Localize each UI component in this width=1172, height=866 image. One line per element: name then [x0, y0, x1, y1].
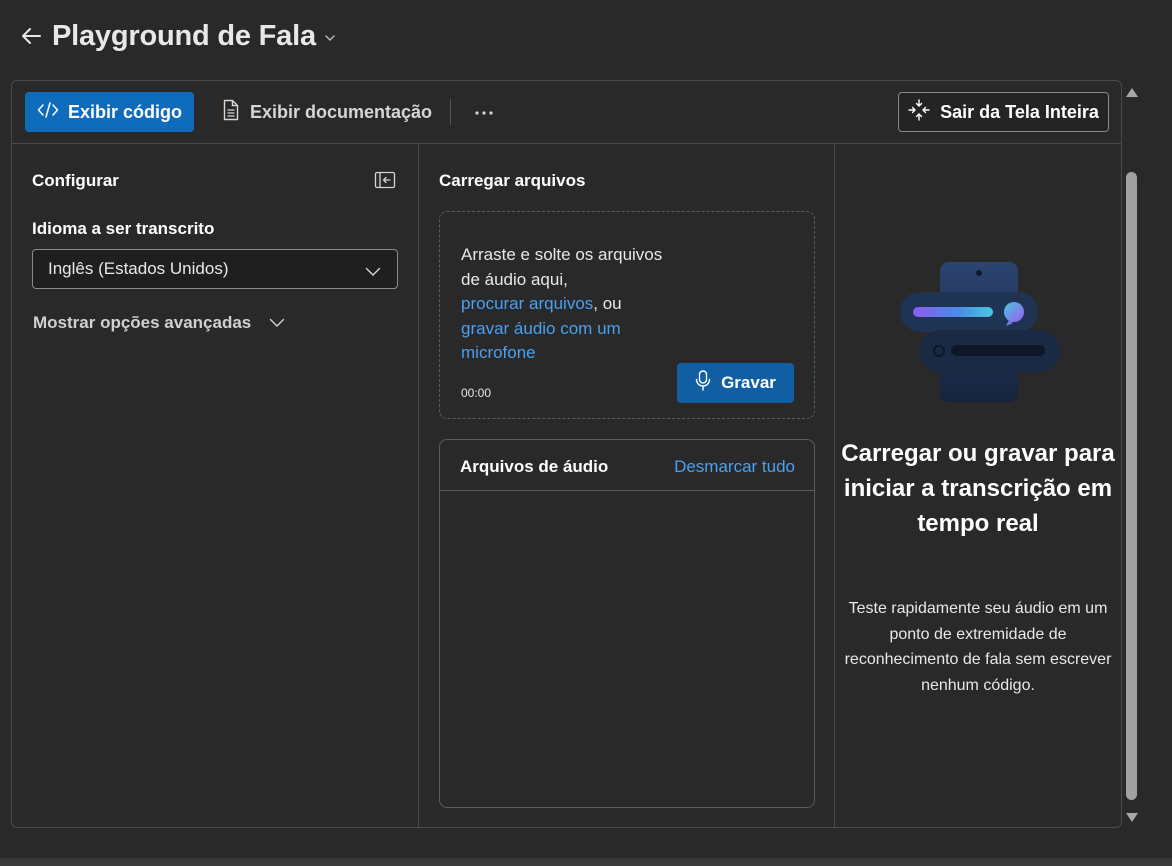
scroll-down-arrow-icon[interactable] — [1126, 813, 1138, 822]
microphone-icon — [695, 369, 711, 397]
language-label: Idioma a ser transcrito — [32, 219, 215, 238]
configure-panel: Configurar Idioma a ser transcrito Inglê… — [12, 145, 419, 828]
advanced-options-label: Mostrar opções avançadas — [33, 313, 252, 332]
empty-state-description: Teste rapidamente seu áudio em um ponto … — [844, 600, 1112, 694]
record-button[interactable]: Gravar — [677, 363, 794, 403]
chevron-down-icon — [365, 262, 381, 282]
more-options-button[interactable] — [470, 99, 498, 125]
results-panel: Carregar ou gravar para iniciar a transc… — [835, 145, 1121, 828]
bottom-strip — [0, 858, 1172, 866]
view-documentation-label: Exibir documentação — [250, 101, 433, 122]
toolbar: Exibir código Exibir documentação Sair d… — [12, 81, 1121, 144]
audio-drop-zone[interactable]: Arraste e solte os arquivos de áudio aqu… — [439, 211, 815, 419]
scroll-up-arrow-icon[interactable] — [1126, 88, 1138, 97]
back-arrow-icon[interactable] — [18, 23, 44, 49]
playground-frame: Exibir código Exibir documentação Sair d… — [11, 80, 1122, 828]
chevron-down-icon — [269, 313, 285, 333]
audio-files-list: Arquivos de áudio Desmarcar tudo — [439, 439, 815, 808]
panel-collapse-icon[interactable] — [374, 169, 396, 191]
drop-zone-instructions: Arraste e solte os arquivos de áudio aqu… — [461, 245, 663, 289]
top-bar: Playground de Fala — [0, 0, 1172, 72]
audio-files-header: Arquivos de áudio Desmarcar tudo — [440, 440, 814, 491]
title-chevron-down-icon[interactable] — [324, 34, 336, 42]
scrollbar-thumb[interactable] — [1126, 172, 1137, 800]
language-selected-value: Inglês (Estados Unidos) — [48, 259, 229, 278]
browse-files-link[interactable]: procurar arquivos — [461, 294, 593, 313]
audio-files-title: Arquivos de áudio — [460, 457, 609, 476]
code-icon — [37, 101, 59, 124]
speech-phone-illustration — [897, 257, 1061, 402]
more-horizontal-icon — [474, 103, 494, 121]
deselect-all-link[interactable]: Desmarcar tudo — [674, 457, 795, 477]
view-code-button[interactable]: Exibir código — [25, 92, 194, 132]
drop-zone-or: , ou — [593, 294, 622, 313]
vertical-scrollbar[interactable] — [1124, 84, 1140, 826]
view-code-label: Exibir código — [67, 101, 182, 122]
drop-zone-text: Arraste e solte os arquivos de áudio aqu… — [461, 243, 681, 366]
record-audio-link[interactable]: gravar áudio com um microfone — [461, 319, 621, 363]
advanced-options-toggle[interactable]: Mostrar opções avançadas — [33, 313, 285, 333]
page-title: Playground de Fala — [52, 19, 316, 52]
collapse-arrows-icon — [908, 98, 930, 126]
configure-title: Configurar — [32, 171, 119, 190]
view-documentation-button[interactable]: Exibir documentação — [222, 92, 432, 132]
language-select[interactable]: Inglês (Estados Unidos) — [32, 249, 398, 289]
exit-fullscreen-button[interactable]: Sair da Tela Inteira — [898, 92, 1109, 132]
exit-fullscreen-label: Sair da Tela Inteira — [940, 101, 1099, 122]
empty-state-title: Carregar ou gravar para iniciar a transc… — [841, 440, 1115, 537]
toolbar-divider — [450, 99, 451, 125]
document-icon — [222, 99, 240, 126]
upload-title: Carregar arquivos — [439, 171, 586, 190]
record-button-label: Gravar — [721, 373, 776, 392]
upload-panel: Carregar arquivos Arraste e solte os arq… — [419, 145, 835, 828]
recording-timer: 00:00 — [461, 386, 492, 400]
